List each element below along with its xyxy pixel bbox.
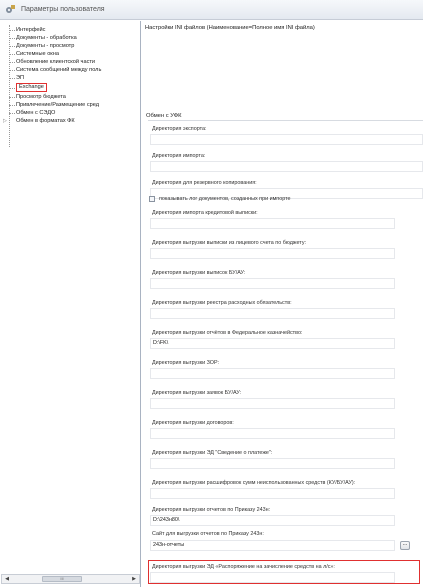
tree-branch-line	[9, 29, 15, 31]
bu-au-requests-export-label: Директория выгрузки заявок БУ/АУ:	[152, 390, 242, 396]
import-dir-input[interactable]	[150, 161, 423, 172]
zor-export-input[interactable]	[150, 368, 395, 379]
tree-item-label: Обновление клиентской части	[16, 59, 96, 65]
show-log-label: показывать лог документов, созданных при…	[159, 196, 291, 202]
allocation-order-export-label: Директория выгрузки ЭД «Распоряжение на …	[152, 564, 335, 570]
ufk-section-divider	[148, 120, 423, 121]
obligations-registry-export-label: Директория выгрузки реестра расходных об…	[152, 300, 292, 306]
budget-statement-export-label: Директория выгрузки выписки из лицевого …	[152, 240, 307, 246]
obligations-registry-export-input[interactable]	[150, 308, 395, 319]
contracts-export-input[interactable]	[150, 428, 395, 439]
tree-item-label: Документы - обработка	[16, 35, 77, 41]
scrollbar-thumb[interactable]: III	[42, 576, 82, 582]
bu-au-statements-export-input[interactable]	[150, 278, 395, 289]
settings-panel: Настройки INI файлов (Наименование=Полно…	[142, 21, 423, 587]
tree-item-label: Интерфейс	[16, 27, 46, 33]
export-dir-input[interactable]	[150, 134, 423, 145]
tree-branch-line	[9, 69, 15, 71]
tree-branch-line	[9, 104, 15, 106]
settings-tree: Интерфейс Документы - обработка Документ…	[1, 21, 141, 587]
allocation-order-export-input[interactable]	[150, 572, 395, 583]
show-log-checkbox[interactable]	[149, 196, 155, 202]
credit-statement-import-input[interactable]	[150, 218, 395, 229]
zor-export-label: Директория выгрузки ЗОР:	[152, 360, 219, 366]
order-243n-export-input[interactable]: D:\243н80\	[150, 515, 395, 526]
order-243n-export-label: Директория выгрузки отчетов по Приказу 2…	[152, 507, 271, 513]
tree-branch-line	[9, 87, 15, 89]
tree-connector-line	[9, 25, 10, 147]
window-title: Параметры пользователя	[21, 6, 105, 13]
tree-branch-line	[9, 96, 15, 98]
browse-site-button[interactable]: ...	[400, 541, 410, 550]
credit-statement-import-label: Директория импорта кредитовой выписки:	[152, 210, 258, 216]
export-dir-label: Директория экспорта:	[152, 126, 207, 132]
tree-item-label: Обмен с СЭДО	[16, 110, 56, 116]
order-243n-site-input[interactable]: 243н-отчеты	[150, 540, 395, 551]
payment-info-export-input[interactable]	[150, 458, 395, 469]
ufk-section-title: Обмен с УФК	[146, 113, 182, 119]
tree-item-label: ЭП	[16, 75, 25, 81]
scroll-left-arrow-icon[interactable]: ◀	[2, 575, 12, 583]
unused-funds-export-label: Директория выгрузки расшифровок сумм неи…	[152, 480, 356, 486]
tree-item-label: Привлечение/Размещение сред	[16, 102, 99, 108]
tree-branch-line	[9, 61, 15, 63]
budget-statement-export-input[interactable]	[150, 248, 395, 259]
tree-branch-line	[9, 53, 15, 55]
settings-app-icon	[6, 5, 15, 13]
backup-dir-label: Директория для резервного копирования:	[152, 180, 257, 186]
import-dir-label: Директория импорта:	[152, 153, 206, 159]
expand-arrow-icon[interactable]: ▷	[3, 117, 7, 125]
treasury-reports-export-input[interactable]: D:\FK\	[150, 338, 395, 349]
tree-branch-line	[9, 37, 15, 39]
bu-au-requests-export-input[interactable]	[150, 398, 395, 409]
unused-funds-export-input[interactable]	[150, 488, 395, 499]
tree-item-label: Обмен в форматах ФК	[16, 118, 75, 124]
contracts-export-label: Директория выгрузки договоров:	[152, 420, 234, 426]
payment-info-export-label: Директория выгрузки ЭД "Сведение о плате…	[152, 450, 273, 456]
tree-item-label: Exchange	[16, 83, 47, 92]
order-243n-site-label: Сайт для выгрузки отчетов по Приказу 243…	[152, 531, 264, 537]
tree-item-label: Просмотр бюджета	[16, 94, 66, 100]
tree-item-label: Системные окна	[16, 51, 59, 57]
title-bar: Параметры пользователя	[0, 0, 423, 20]
tree-branch-line	[9, 77, 15, 79]
scroll-right-arrow-icon[interactable]: ▶	[129, 575, 139, 583]
tree-branch-line	[9, 45, 15, 47]
tree-item-label: Система сообщений между поль	[16, 67, 102, 73]
tree-horizontal-scrollbar[interactable]: ◀ III ▶	[1, 574, 140, 584]
tree-item-label: Документы - просмотр	[16, 43, 75, 49]
ini-files-header: Настройки INI файлов (Наименование=Полно…	[145, 25, 315, 31]
bu-au-statements-export-label: Директория выгрузки выписок БУ/АУ:	[152, 270, 246, 276]
treasury-reports-export-label: Директория выгрузки отчётов в Федерально…	[152, 330, 303, 336]
tree-branch-line	[9, 112, 15, 114]
